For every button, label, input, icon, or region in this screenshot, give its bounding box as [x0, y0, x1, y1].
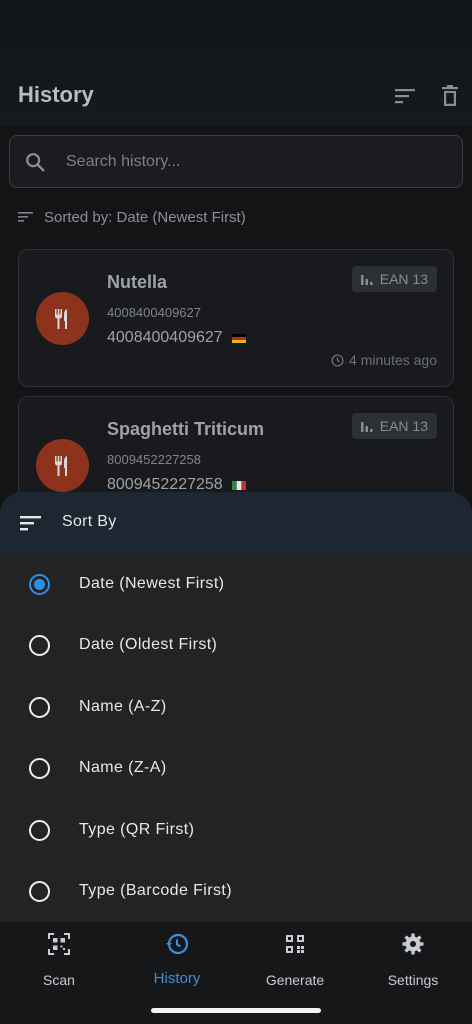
type-label: EAN 13 — [379, 418, 428, 434]
clock-icon — [331, 353, 344, 367]
gear-icon — [402, 933, 424, 955]
italy-flag — [231, 480, 246, 490]
radio-unselected[interactable] — [29, 820, 50, 841]
nav-label: Scan — [43, 972, 75, 988]
page-title: History — [18, 82, 94, 107]
timestamp: 4 minutes ago — [331, 352, 437, 368]
food-avatar — [36, 292, 89, 345]
sort-icon — [18, 212, 33, 222]
sort-option-label: Type (Barcode First) — [79, 882, 232, 899]
nav-label: Settings — [387, 972, 439, 988]
sort-option-date-oldest[interactable]: Date (Oldest First) — [0, 615, 472, 676]
item-code-small: 4008400409627 — [107, 305, 201, 320]
sort-option-label: Type (QR First) — [79, 821, 195, 838]
qr-code-icon — [286, 935, 304, 953]
trash-icon — [442, 85, 458, 106]
sheet-title: Sort By — [62, 513, 117, 530]
restaurant-icon — [54, 308, 67, 329]
radio-unselected[interactable] — [29, 635, 50, 656]
radio-unselected[interactable] — [29, 881, 50, 902]
nav-item-generate[interactable]: Generate — [236, 932, 354, 992]
nav-item-scan[interactable]: Scan — [0, 932, 118, 992]
sort-option-date-newest[interactable]: Date (Newest First) — [0, 554, 472, 615]
sort-bottom-sheet: Sort By Date (Newest First) Date (Oldest… — [0, 492, 472, 922]
sort-option-label: Date (Newest First) — [79, 575, 225, 592]
sort-option-type-barcode[interactable]: Type (Barcode First) — [0, 861, 472, 922]
bar-chart-icon — [360, 422, 373, 432]
sort-icon — [395, 89, 415, 104]
type-badge: EAN 13 — [351, 413, 437, 439]
history-screen: History Search history... Sorted by: Dat… — [0, 0, 472, 1024]
sort-option-label: Name (Z-A) — [79, 759, 167, 776]
radio-unselected[interactable] — [29, 697, 50, 718]
nav-label: History — [153, 970, 201, 987]
item-name: Spaghetti Triticum — [107, 419, 265, 439]
timestamp-label: 4 minutes ago — [349, 352, 437, 368]
nav-item-settings[interactable]: Settings — [354, 932, 472, 992]
sort-option-label: Date (Oldest First) — [79, 636, 218, 653]
history-item[interactable]: Nutella 4008400409627 4008400409627 EAN … — [18, 249, 454, 387]
restaurant-icon — [54, 455, 67, 476]
history-content: Sorted by: Date (Newest First) Nutella 4… — [0, 126, 472, 534]
bar-chart-icon — [360, 275, 373, 285]
sort-option-type-qr[interactable]: Type (QR First) — [0, 800, 472, 861]
radio-unselected[interactable] — [29, 758, 50, 779]
sorted-by-indicator: Sorted by: Date (Newest First) — [18, 206, 246, 228]
search-input[interactable] — [66, 136, 446, 187]
qr-scan-icon — [48, 933, 70, 955]
germany-flag — [231, 333, 246, 343]
sorted-by-label: Sorted by: Date (Newest First) — [44, 208, 246, 226]
sheet-header: Sort By — [0, 492, 472, 554]
nav-label: Generate — [265, 972, 325, 988]
nav-item-history[interactable]: History — [118, 932, 236, 992]
type-badge: EAN 13 — [351, 266, 437, 292]
search-bar[interactable] — [9, 135, 463, 188]
sort-option-name-az[interactable]: Name (A-Z) — [0, 677, 472, 738]
sort-icon — [20, 516, 41, 531]
sort-button[interactable] — [393, 84, 419, 108]
app-bar: History — [0, 0, 472, 126]
sort-option-label: Name (A-Z) — [79, 698, 167, 715]
delete-all-button[interactable] — [438, 84, 464, 108]
item-code: 4008400409627 — [107, 329, 223, 346]
item-code-small: 8009452227258 — [107, 452, 201, 467]
food-avatar — [36, 439, 89, 492]
history-icon — [166, 933, 189, 955]
item-code-row: 4008400409627 — [107, 329, 246, 347]
item-name: Nutella — [107, 272, 168, 292]
sort-option-name-za[interactable]: Name (Z-A) — [0, 738, 472, 799]
search-icon — [26, 153, 45, 172]
home-indicator[interactable] — [151, 1008, 321, 1013]
type-label: EAN 13 — [379, 271, 428, 287]
radio-selected[interactable] — [29, 574, 50, 595]
